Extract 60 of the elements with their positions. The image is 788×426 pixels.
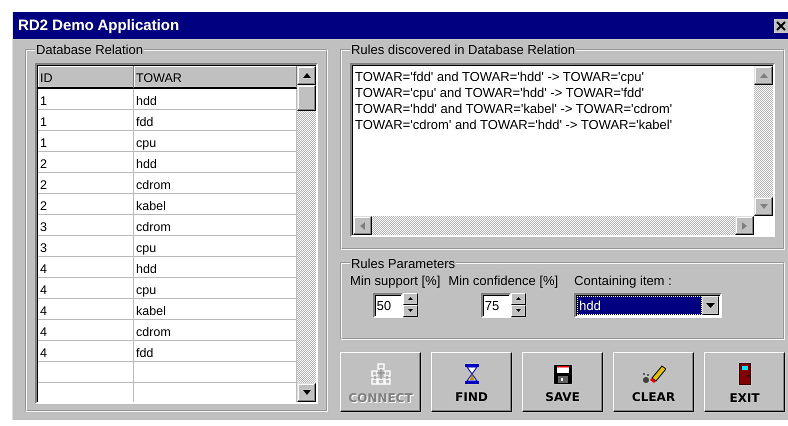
field-label: Min confidence [%] <box>448 272 558 288</box>
down-arrow-icon <box>302 390 310 395</box>
spin-up-button[interactable] <box>402 292 418 305</box>
up-arrow-icon <box>516 297 521 300</box>
rule-line: TOWAR='fdd' and TOWAR='hdd' -> TOWAR='cpu' <box>355 69 645 85</box>
rule-line: TOWAR='cpu' and TOWAR='hdd' -> TOWAR='fdd' <box>355 85 645 101</box>
group-title: Rules Parameters <box>350 256 456 271</box>
group-title: Database Relation <box>35 42 144 57</box>
table-cell: 1 <box>38 131 134 152</box>
table-cell: 4 <box>38 278 134 299</box>
down-arrow-icon <box>760 204 768 209</box>
find-button[interactable]: FIND <box>431 352 512 412</box>
up-arrow-icon <box>408 297 413 300</box>
rule-line: TOWAR='cdrom' and TOWAR='hdd' -> TOWAR='kabel' <box>355 117 674 133</box>
spin-up-button[interactable] <box>510 292 526 305</box>
scroll-down-button[interactable] <box>297 383 316 402</box>
table-cell: 4 <box>38 299 134 320</box>
scroll-down-button[interactable] <box>754 197 773 216</box>
scrollbar[interactable] <box>297 66 316 402</box>
left-arrow-icon <box>360 222 365 230</box>
close-icon[interactable] <box>774 18 788 32</box>
item-dropdown[interactable]: hdd <box>574 292 722 318</box>
rule-line: TOWAR='hdd' and TOWAR='kabel' -> TOWAR='cdrom' <box>355 101 674 117</box>
down-arrow-icon <box>408 309 413 312</box>
field-label: Min support [%] <box>350 272 440 288</box>
eraser-icon <box>642 364 666 384</box>
number-field[interactable]: 50 <box>372 292 403 318</box>
down-arrow-icon <box>516 309 521 312</box>
save-button[interactable]: SAVE <box>522 352 603 412</box>
dropdown-arrow-icon <box>706 302 716 308</box>
up-arrow-icon <box>760 73 768 78</box>
scroll-left-button[interactable] <box>353 216 372 235</box>
column-header[interactable]: TOWAR <box>134 66 297 89</box>
table-cell: 1 <box>38 89 134 110</box>
table-cell: 3 <box>38 215 134 236</box>
rules-text-area[interactable]: TOWAR='fdd' and TOWAR='hdd' -> TOWAR='cpu' TOWAR='cpu' and TOWAR='hdd' -> TOWAR='fdd' TOWAR='hdd' and TOWAR='kabel' -> TOWAR='cdrom' TOWAR='cdrom' and TOWAR='hdd' -> TOWAR='kabel' <box>350 63 775 237</box>
scroll-up-button[interactable] <box>754 66 773 85</box>
table-cell: 2 <box>38 173 134 194</box>
up-arrow-icon <box>302 73 310 78</box>
table-cell: 4 <box>38 320 134 341</box>
table-cell: 1 <box>38 110 134 131</box>
column-header[interactable]: ID <box>38 66 134 89</box>
scroll-up-button[interactable] <box>297 66 316 85</box>
field-label: Containing item : <box>574 272 672 288</box>
table-cell: 2 <box>38 152 134 173</box>
exit-button[interactable]: EXIT <box>704 352 785 412</box>
clear-button[interactable]: CLEAR <box>613 352 694 412</box>
scroll-right-button[interactable] <box>735 216 754 235</box>
table-cell: 4 <box>38 341 134 362</box>
door-icon <box>738 363 750 385</box>
network-icon <box>370 363 390 385</box>
window-title: RD2 Demo Application <box>18 17 180 34</box>
scroll-thumb[interactable] <box>297 85 316 111</box>
hourglass-icon <box>464 364 478 384</box>
table-cell: 3 <box>38 236 134 257</box>
group-title: Rules discovered in Database Relation <box>350 42 576 57</box>
right-arrow-icon <box>742 222 747 230</box>
number-field[interactable]: 75 <box>480 292 511 318</box>
table-cell: 2 <box>38 194 134 215</box>
table-cell: 4 <box>38 257 134 278</box>
